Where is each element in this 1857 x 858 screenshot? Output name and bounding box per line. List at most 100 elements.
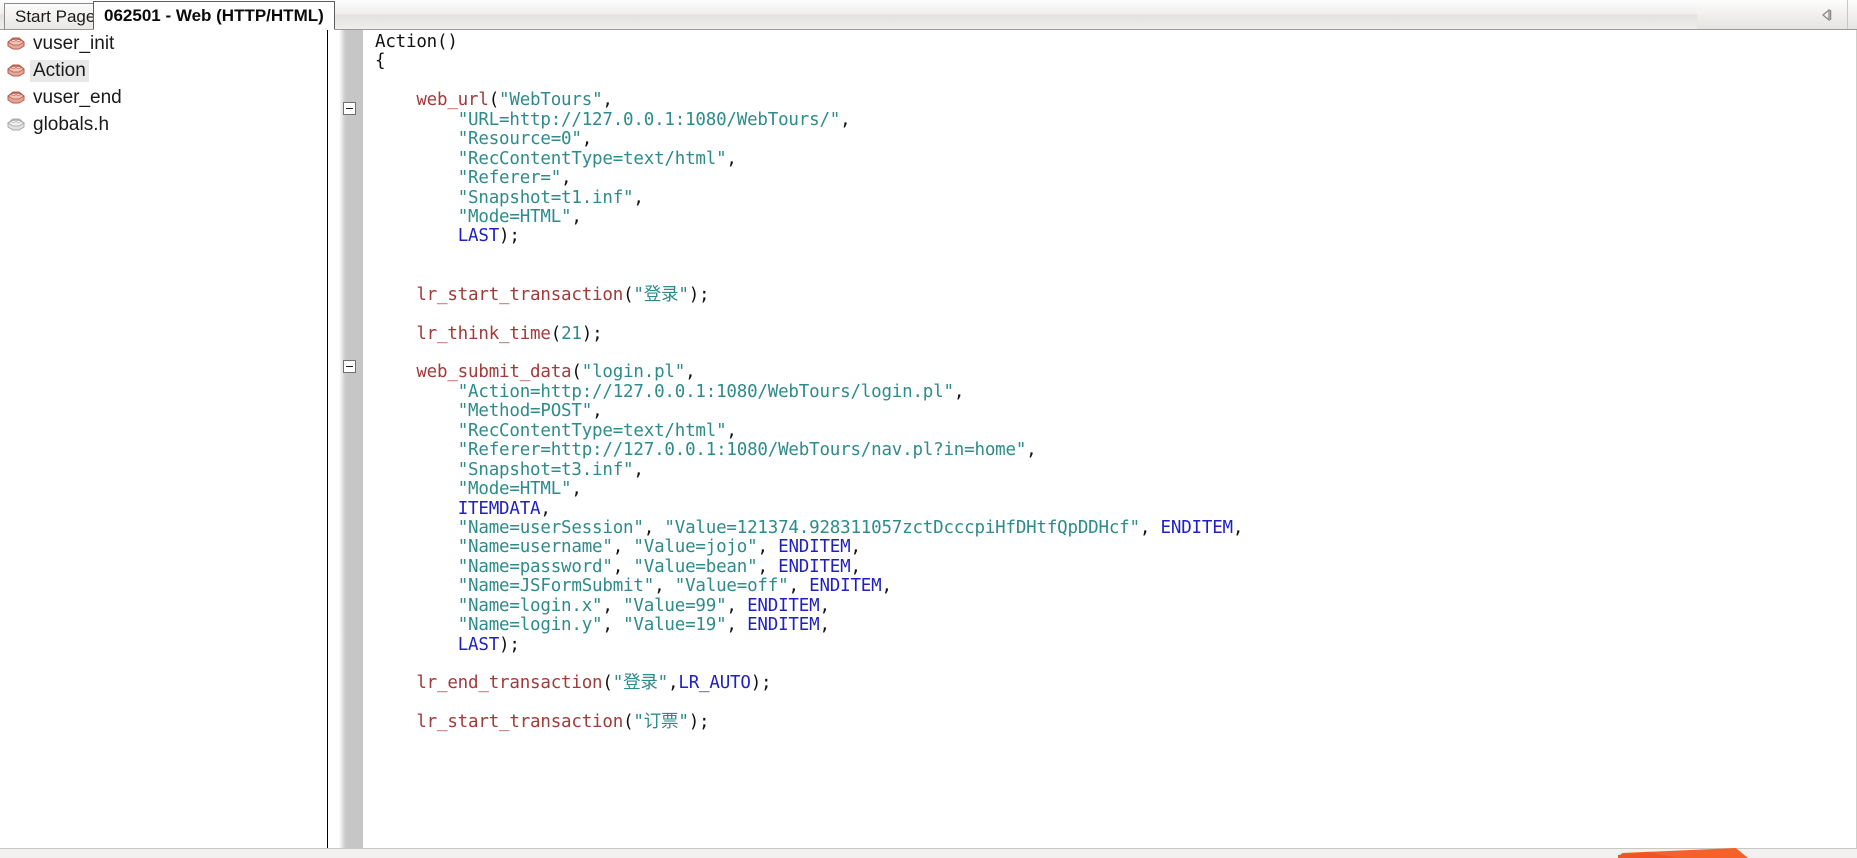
code-token: (	[550, 323, 562, 344]
code-token: (	[602, 673, 613, 694]
code-token: ,	[726, 595, 748, 616]
code-token: LAST	[457, 634, 500, 655]
code-token: ,	[602, 595, 624, 616]
script-tree-pane: vuser_init Action vuser_end globals.h	[0, 30, 328, 858]
code-token: ,	[612, 537, 634, 558]
code-token: web_submit_data	[416, 362, 572, 383]
code-token: lr_think_time	[416, 323, 551, 344]
code-token: ,	[654, 576, 675, 597]
tab-script-062501-label: 062501 - Web (HTTP/HTML)	[104, 5, 324, 25]
code-line: lr_start_transaction("订票");	[375, 713, 1853, 732]
sidebar-item-globals-h-label: globals.h	[33, 113, 110, 135]
code-token: lr_start_transaction	[416, 284, 624, 305]
header-brick-icon	[6, 116, 26, 133]
source-code-text[interactable]: Action(){ web_url("WebTours", "URL=http:…	[375, 32, 1853, 733]
code-token: (	[623, 284, 634, 305]
action-brick-icon	[6, 89, 26, 106]
code-token: ,	[685, 362, 696, 383]
code-token: ,	[819, 595, 830, 616]
code-token: ,	[953, 381, 965, 402]
accent-orange-marker-icon	[1618, 836, 1748, 858]
sidebar-item-vuser-end[interactable]: vuser_end	[0, 84, 327, 111]
tab-start-page-label: Start Page	[15, 6, 96, 26]
editor-tab-strip: Start Page 062501 - Web (HTTP/HTML)	[0, 0, 1857, 30]
code-token: ,	[850, 556, 861, 577]
code-token: ,	[571, 479, 582, 500]
code-token: ,	[571, 206, 582, 227]
code-token: "Referer="	[457, 168, 562, 189]
code-token: ,	[726, 615, 748, 636]
sidebar-item-vuser-init[interactable]: vuser_init	[0, 30, 327, 57]
code-token: ,	[1026, 440, 1037, 461]
code-token: );	[499, 226, 520, 247]
code-line: "Resource=0",	[375, 129, 1853, 149]
code-token: 21	[561, 323, 582, 344]
code-token: lr_start_transaction	[416, 712, 624, 733]
code-token: ,	[726, 148, 737, 169]
code-token: );	[581, 323, 603, 344]
code-token: ,	[592, 401, 603, 422]
tab-script-062501[interactable]: 062501 - Web (HTTP/HTML)	[93, 1, 335, 30]
code-token: ITEMDATA	[457, 498, 541, 519]
sidebar-item-globals-h[interactable]: globals.h	[0, 111, 327, 138]
code-token: ,	[602, 90, 613, 111]
code-token: ,	[561, 168, 572, 189]
code-token: "登录"	[633, 284, 689, 305]
action-brick-icon	[6, 35, 26, 52]
code-line: "Action=http://127.0.0.1:1080/WebTours/l…	[375, 381, 1853, 402]
code-line: Action()	[375, 32, 1853, 52]
code-token: "Method=POST"	[457, 401, 593, 422]
code-token: {	[375, 51, 386, 72]
code-token: ,	[643, 517, 665, 538]
code-token: );	[750, 673, 772, 694]
code-token: ENDITEM	[1160, 517, 1234, 538]
code-token: ,	[819, 615, 830, 636]
code-token: ,	[633, 459, 644, 480]
code-token: ,	[602, 615, 624, 636]
code-line: "Name=JSFormSubmit", "Value=off", ENDITE…	[375, 577, 1853, 596]
code-token: "Value=bean"	[633, 556, 758, 577]
code-token: ENDITEM	[747, 595, 820, 616]
tab-start-page[interactable]: Start Page	[4, 3, 107, 30]
editor-fold-gutter[interactable]	[339, 30, 363, 858]
code-editor-pane[interactable]: Action(){ web_url("WebTours", "URL=http:…	[329, 30, 1857, 858]
fold-toggle-web-url[interactable]	[343, 102, 356, 115]
code-token: "RecContentType=text/html"	[457, 148, 727, 169]
code-line: "Method=POST",	[375, 402, 1853, 421]
code-token: );	[688, 284, 710, 305]
sidebar-item-action-label: Action	[30, 59, 89, 82]
collapse-left-arrow-icon[interactable]	[1819, 7, 1835, 23]
sidebar-item-action[interactable]: Action	[0, 57, 327, 84]
code-token: "订票"	[633, 712, 689, 733]
code-line: lr_think_time(21);	[375, 323, 1853, 344]
fold-toggle-web-submit-data[interactable]	[343, 360, 356, 373]
code-line: "Referer=http://127.0.0.1:1080/WebTours/…	[375, 440, 1853, 461]
code-token: ,	[840, 109, 851, 130]
code-token: "URL=http://127.0.0.1:1080/WebTours/"	[457, 109, 841, 130]
code-token: "Mode=HTML"	[457, 479, 572, 500]
code-line: "RecContentType=text/html",	[375, 148, 1853, 169]
code-token: (	[623, 712, 634, 733]
gutter-track	[349, 30, 363, 858]
code-token: ,	[540, 498, 551, 519]
code-token: "WebTours"	[499, 90, 603, 111]
code-token: (	[488, 90, 500, 111]
code-token: web_url	[416, 90, 489, 111]
code-token: ,	[881, 576, 892, 597]
sidebar-item-vuser-init-label: vuser_init	[33, 32, 115, 54]
code-token: ,	[788, 576, 810, 597]
code-token: "Name=login.x"	[457, 595, 603, 616]
